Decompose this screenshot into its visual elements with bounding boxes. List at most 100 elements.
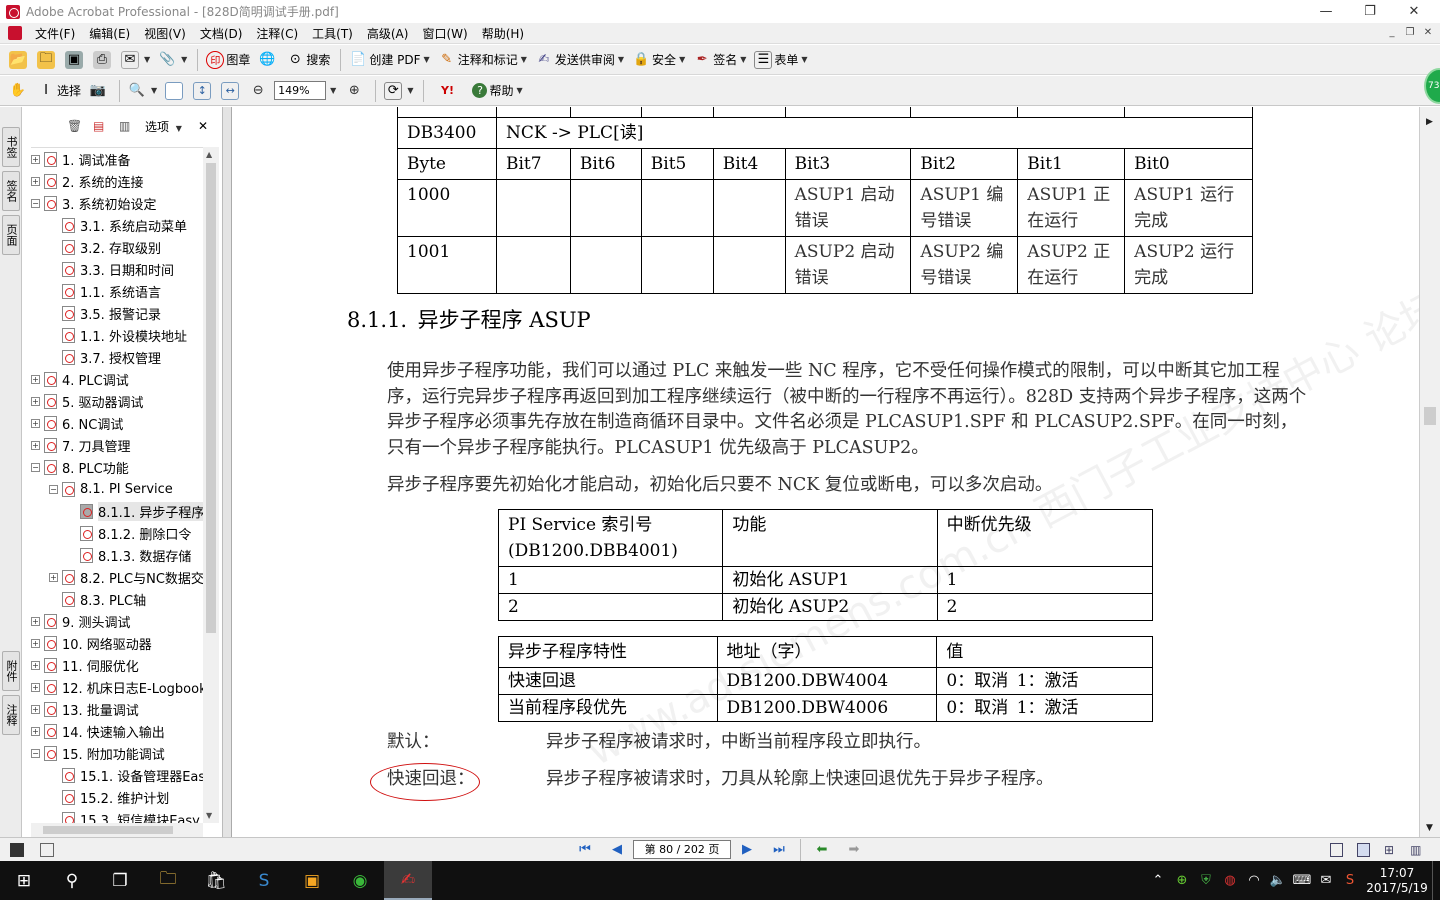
expand-icon[interactable]: +: [31, 396, 40, 406]
search-icon[interactable]: ⚲: [48, 861, 96, 900]
bookmark-item[interactable]: 3.7. 授权管理: [49, 346, 161, 368]
bookmark-item[interactable]: +6. NC调试: [31, 412, 123, 434]
panel-splitter[interactable]: [223, 107, 232, 837]
shield-icon[interactable]: ⛨: [1194, 873, 1218, 888]
bookmark-item[interactable]: 8.3. PLC轴: [49, 588, 146, 610]
network-icon[interactable]: ◠: [1242, 873, 1266, 888]
bookmark-item[interactable]: +9. 测头调试: [31, 610, 131, 632]
notification-icon[interactable]: ✉: [1314, 873, 1338, 888]
sign-button[interactable]: ✒ 签名 ▼: [690, 48, 749, 72]
stamp-button[interactable]: 印图章: [203, 48, 253, 72]
bookmark-item[interactable]: +13. 批量调试: [31, 698, 139, 720]
bookmark-item[interactable]: +1. 调试准备: [31, 148, 131, 170]
menu-view[interactable]: 视图(V): [137, 25, 193, 42]
volume-icon[interactable]: 🔈: [1266, 873, 1290, 888]
bookmark-item[interactable]: +10. 网络驱动器: [31, 632, 152, 654]
fit-width-button[interactable]: ↔: [218, 79, 244, 103]
expand-icon[interactable]: +: [31, 660, 40, 670]
expand-icon[interactable]: +: [31, 682, 40, 692]
expand-icon[interactable]: +: [31, 440, 40, 450]
bookmark-item[interactable]: +5. 驱动器调试: [31, 390, 144, 412]
page-number-input[interactable]: 第 80 / 202 页: [633, 840, 731, 859]
minimize-button[interactable]: —: [1304, 0, 1348, 23]
open-button[interactable]: 📂: [6, 48, 32, 72]
sogou-icon[interactable]: S: [240, 861, 288, 900]
bookmark-item[interactable]: +2. 系统的连接: [31, 170, 144, 192]
bookmark-item[interactable]: +12. 机床日志E-Logbook: [31, 676, 203, 698]
close-panel-icon[interactable]: ✕: [198, 119, 208, 133]
bookmark-scrollbar[interactable]: ▲ ▼: [203, 147, 219, 823]
expand-icon[interactable]: +: [31, 418, 40, 428]
doc-restore-icon[interactable]: ❐: [1402, 26, 1418, 40]
bookmark-item[interactable]: 8.1.1. 异步子程序ASUP: [67, 500, 203, 522]
next-page-button[interactable]: ▶: [738, 841, 756, 859]
hand-tool-button[interactable]: ✋: [6, 79, 32, 103]
bookmark-item[interactable]: +11. 伺服优化: [31, 654, 139, 676]
bookmark-item[interactable]: +8.2. PLC与NC数据交换: [49, 566, 203, 588]
bookmark-item[interactable]: 3.2. 存取级别: [49, 236, 161, 258]
trash-icon[interactable]: 🗑: [67, 119, 82, 133]
package-icon[interactable]: ▣: [288, 861, 336, 900]
page-info-icon[interactable]: [40, 842, 54, 857]
send-review-button[interactable]: ✍ 发送供审阅 ▼: [532, 48, 627, 72]
bookmark-item[interactable]: − 15. 附加功能调试: [31, 742, 165, 764]
show-desktop-button[interactable]: [1432, 861, 1440, 900]
panel-toggle-icon[interactable]: [10, 842, 24, 857]
tray-red-icon[interactable]: ◍: [1218, 873, 1242, 888]
organizer-button[interactable]: 🗀: [34, 48, 60, 72]
document-scrollbar[interactable]: ▶ ▼: [1419, 107, 1440, 837]
zoom-dropdown-icon[interactable]: ▼: [330, 86, 336, 95]
tab-signatures[interactable]: 签名: [2, 171, 20, 211]
zoom-in-button[interactable]: ⊕: [342, 79, 368, 103]
sogou-tray-icon[interactable]: S: [1338, 873, 1362, 888]
bookmark-item[interactable]: 15.2. 维护计划: [49, 786, 169, 808]
bookmark-hscrollbar[interactable]: [31, 823, 203, 837]
save-button[interactable]: ▣: [62, 48, 88, 72]
bookmark-item[interactable]: 3.5. 报警记录: [49, 302, 161, 324]
document-icon[interactable]: [8, 26, 22, 40]
expand-icon[interactable]: +: [31, 374, 40, 384]
file-explorer-icon[interactable]: 🗀: [144, 861, 192, 900]
menu-edit[interactable]: 编辑(E): [82, 25, 137, 42]
two-up-icon[interactable]: ⊞: [1384, 843, 1394, 857]
bookmark-item[interactable]: − 3. 系统初始设定: [31, 192, 157, 214]
create-pdf-button[interactable]: 📄 创建 PDF ▼: [346, 48, 432, 72]
tab-attachments[interactable]: 附件: [2, 651, 20, 691]
forward-view-icon[interactable]: ➡: [845, 841, 863, 859]
browser-icon[interactable]: ◉: [336, 861, 384, 900]
two-continuous-icon[interactable]: ▥: [1410, 843, 1421, 857]
snapshot-button[interactable]: 📷: [86, 79, 112, 103]
bookmark-item[interactable]: − 8.1. PI Service: [49, 478, 173, 500]
tab-bookmarks[interactable]: 书签: [2, 127, 20, 167]
menu-file[interactable]: 文件(F): [28, 25, 82, 42]
prev-page-button[interactable]: ◀: [608, 841, 626, 859]
expand-icon[interactable]: +: [31, 154, 40, 164]
zoom-tool-button[interactable]: 🔍 ▼: [125, 79, 160, 103]
bookmark-item[interactable]: +7. 刀具管理: [31, 434, 131, 456]
bookmark-item[interactable]: +4. PLC调试: [31, 368, 129, 390]
store-icon[interactable]: 🛍: [192, 861, 240, 900]
globe-button[interactable]: 🌐: [255, 48, 281, 72]
select-tool-button[interactable]: I 选择: [34, 79, 84, 103]
bookmark-item[interactable]: 3.3. 日期和时间: [49, 258, 174, 280]
print-button[interactable]: ⎙: [90, 48, 116, 72]
fit-page-button[interactable]: ↕: [190, 79, 216, 103]
expand-icon[interactable]: +: [31, 704, 40, 714]
zoom-input[interactable]: 149%: [274, 81, 327, 100]
doc-close-icon[interactable]: ✕: [1420, 26, 1436, 40]
bookmark-item[interactable]: 8.1.2. 删除口令: [67, 522, 191, 544]
last-page-button[interactable]: ⏭: [770, 841, 788, 859]
bookmark-item[interactable]: 15.1. 设备管理器Easy: [49, 764, 203, 786]
collapse-icon[interactable]: −: [31, 462, 40, 472]
forms-button[interactable]: ☰ 表单 ▼: [751, 48, 810, 72]
bookmark-item[interactable]: +14. 快速输入输出: [31, 720, 165, 742]
chevron-up-icon[interactable]: ⌃: [1146, 873, 1170, 888]
collapse-icon[interactable]: −: [31, 198, 40, 208]
back-view-icon[interactable]: ⬅: [813, 841, 831, 859]
bookmark-item[interactable]: − 8. PLC功能: [31, 456, 129, 478]
expand-bookmark-icon[interactable]: ▥: [119, 119, 133, 133]
comment-markup-button[interactable]: ✎ 注释和标记 ▼: [435, 48, 530, 72]
tab-pages[interactable]: 页面: [2, 215, 20, 255]
collapse-icon[interactable]: −: [49, 484, 58, 494]
bookmark-item[interactable]: 1.1. 系统语言: [49, 280, 161, 302]
